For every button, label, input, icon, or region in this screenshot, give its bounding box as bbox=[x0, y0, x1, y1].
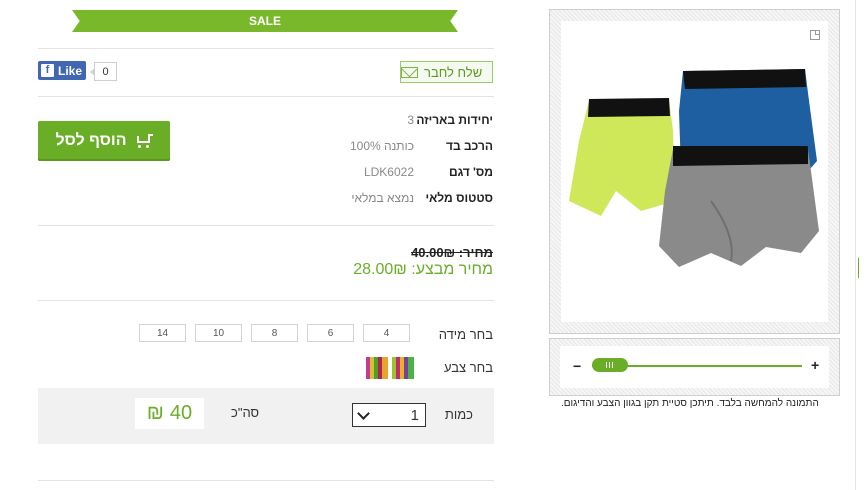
spec-label-stock: סטטוס מלאי bbox=[425, 191, 494, 205]
facebook-like-button[interactable]: f Like bbox=[38, 61, 86, 80]
fb-like-label: Like bbox=[58, 63, 83, 78]
page-edge-divider bbox=[855, 0, 856, 490]
spec-label-units: יחידות באריזה bbox=[416, 113, 493, 127]
color-swatch-2[interactable] bbox=[392, 357, 414, 379]
total-price: 40 ₪ bbox=[135, 398, 204, 429]
image-disclaimer: התמונה להמחשה בלבד. תיתכן סטיית תקן בגוו… bbox=[561, 398, 819, 409]
sale-label: SALE bbox=[248, 14, 281, 28]
send-friend-label: שלח לחבר bbox=[424, 64, 483, 80]
add-to-cart-label: הוסף לסל bbox=[55, 132, 127, 149]
quantity-value: 1 bbox=[410, 406, 419, 424]
send-to-friend-button[interactable]: שלח לחבר bbox=[400, 61, 493, 83]
size-option-4[interactable]: 4 bbox=[363, 324, 410, 342]
sale-ribbon: SALE bbox=[72, 10, 458, 32]
fb-like-count: 0 bbox=[90, 62, 117, 81]
product-image[interactable] bbox=[561, 21, 828, 322]
total-currency: ₪ bbox=[146, 402, 164, 424]
boxer-briefs-image bbox=[569, 69, 819, 267]
size-label: בחר מידה bbox=[438, 327, 493, 342]
divider bbox=[38, 96, 494, 97]
sale-price: מחיר מבצע: 28.00₪ bbox=[353, 261, 493, 278]
spec-value-units: 3 bbox=[407, 113, 414, 127]
color-swatch-1[interactable] bbox=[366, 357, 388, 379]
spec-label-fabric: הרכב בד bbox=[446, 139, 493, 153]
spec-value-fabric: כותנה 100% bbox=[349, 139, 414, 153]
zoom-slider-handle[interactable] bbox=[592, 358, 628, 372]
divider bbox=[38, 225, 494, 226]
divider bbox=[38, 480, 494, 481]
spec-label-model: מס' דגם bbox=[448, 165, 493, 179]
total-label: סה"כ bbox=[231, 405, 260, 420]
size-option-14[interactable]: 14 bbox=[139, 324, 186, 342]
quantity-select[interactable]: 1 bbox=[352, 403, 426, 427]
chevron-down-icon bbox=[357, 406, 370, 420]
original-price: מחיר: 40.00₪ bbox=[411, 245, 493, 260]
total-value: 40 bbox=[169, 402, 193, 424]
color-label: בחר צבע bbox=[443, 360, 493, 375]
spec-value-stock: נמצא במלאי bbox=[351, 191, 414, 205]
divider bbox=[38, 300, 494, 301]
spec-value-model: LDK6022 bbox=[363, 165, 414, 179]
scroll-marker bbox=[858, 258, 859, 278]
size-option-6[interactable]: 6 bbox=[307, 324, 354, 342]
facebook-icon: f bbox=[41, 64, 54, 77]
add-to-cart-button[interactable]: הוסף לסל bbox=[38, 121, 170, 161]
divider bbox=[38, 48, 494, 49]
size-option-10[interactable]: 10 bbox=[195, 324, 242, 342]
cart-icon bbox=[135, 134, 153, 148]
zoom-in-button[interactable]: + bbox=[811, 357, 819, 373]
size-option-8[interactable]: 8 bbox=[251, 324, 298, 342]
quantity-label: כמות bbox=[444, 407, 473, 422]
envelope-icon bbox=[401, 66, 418, 78]
zoom-out-button[interactable]: − bbox=[573, 358, 581, 374]
expand-icon[interactable] bbox=[810, 30, 820, 40]
